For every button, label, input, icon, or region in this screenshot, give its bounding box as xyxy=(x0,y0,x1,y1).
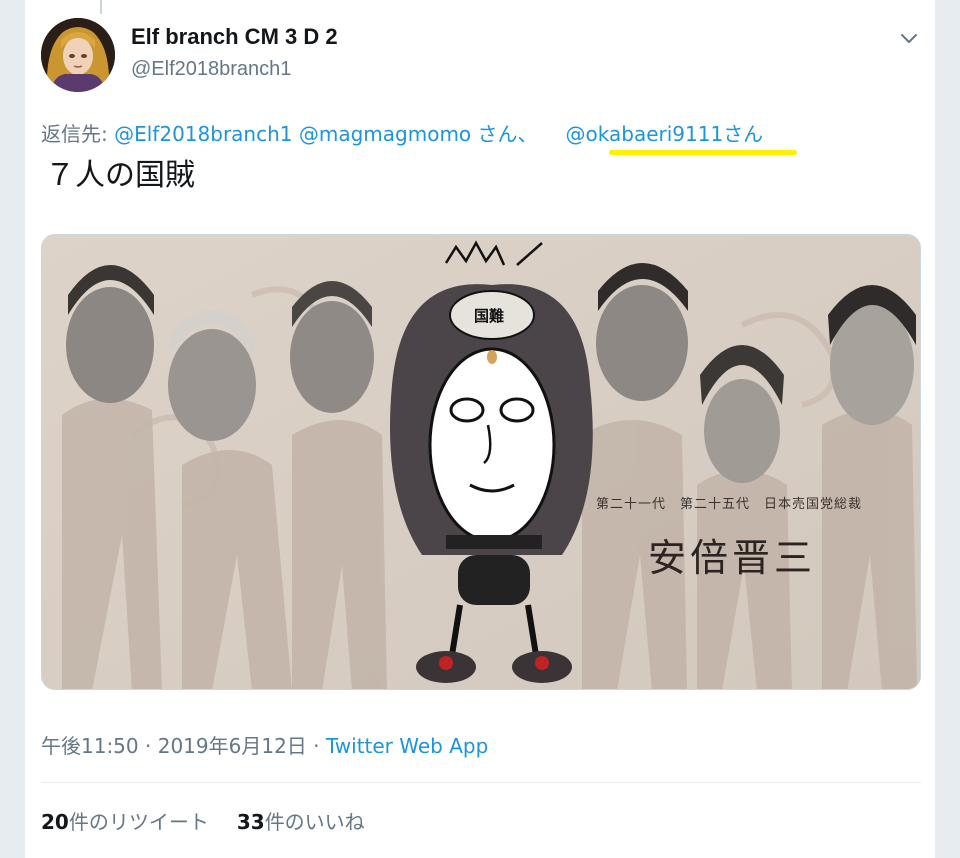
reply-to-line: 返信先: @Elf2018branch1 @magmagmomo さん、 @oka… xyxy=(41,118,763,147)
tweet-stats: 20件のリツイート 33件のいいね xyxy=(41,806,365,835)
san-suffix: さん xyxy=(723,122,764,146)
like-count[interactable]: 33件のいいね xyxy=(237,810,365,834)
tweet-card: Elf branch CM 3 D 2 @Elf2018branch1 返信先:… xyxy=(24,0,936,858)
image-caption-subtitle: 第二十一代 第二十五代 日本売国党総裁 xyxy=(596,497,863,512)
thread-line xyxy=(100,0,102,14)
like-count-number: 33 xyxy=(236,810,265,834)
tweet-meta: 午後11:50 · 2019年6月12日 · Twitter Web App xyxy=(41,730,488,759)
tweet-time[interactable]: 午後11:50 xyxy=(41,734,139,758)
mention-link[interactable]: @magmagmomo xyxy=(299,122,471,146)
tweet-date[interactable]: 2019年6月12日 xyxy=(158,734,307,758)
meta-separator: · xyxy=(306,734,326,758)
crown-label: 国難 xyxy=(474,307,505,325)
tweet-source-link[interactable]: Twitter Web App xyxy=(326,734,488,758)
meta-separator: · xyxy=(138,734,158,758)
user-handle[interactable]: @Elf2018branch1 xyxy=(131,58,291,81)
retweet-count[interactable]: 20件のリツイート xyxy=(41,810,209,834)
highlight-underline xyxy=(609,150,797,155)
image-caption-title: 安倍晋三 xyxy=(648,536,817,580)
display-name[interactable]: Elf branch CM 3 D 2 xyxy=(131,24,338,50)
mention-link[interactable]: @Elf2018branch1 xyxy=(114,122,292,146)
retweet-count-label: 件のリツイート xyxy=(68,810,209,834)
san-suffix: さん、 xyxy=(471,122,538,146)
mention-link[interactable]: @okabaeri9111 xyxy=(566,122,724,146)
reply-to-label: 返信先: xyxy=(41,122,115,146)
like-count-label: 件のいいね xyxy=(264,810,365,834)
divider xyxy=(41,782,921,783)
tweet-text: ７人の国賊 xyxy=(45,158,195,193)
chevron-down-icon[interactable] xyxy=(897,26,921,50)
avatar[interactable] xyxy=(41,18,115,92)
tweet-image[interactable]: 国難 第二十一代 第二十五代 日本売国党総裁 安倍晋三 xyxy=(41,234,921,690)
retweet-count-number: 20 xyxy=(41,810,69,834)
